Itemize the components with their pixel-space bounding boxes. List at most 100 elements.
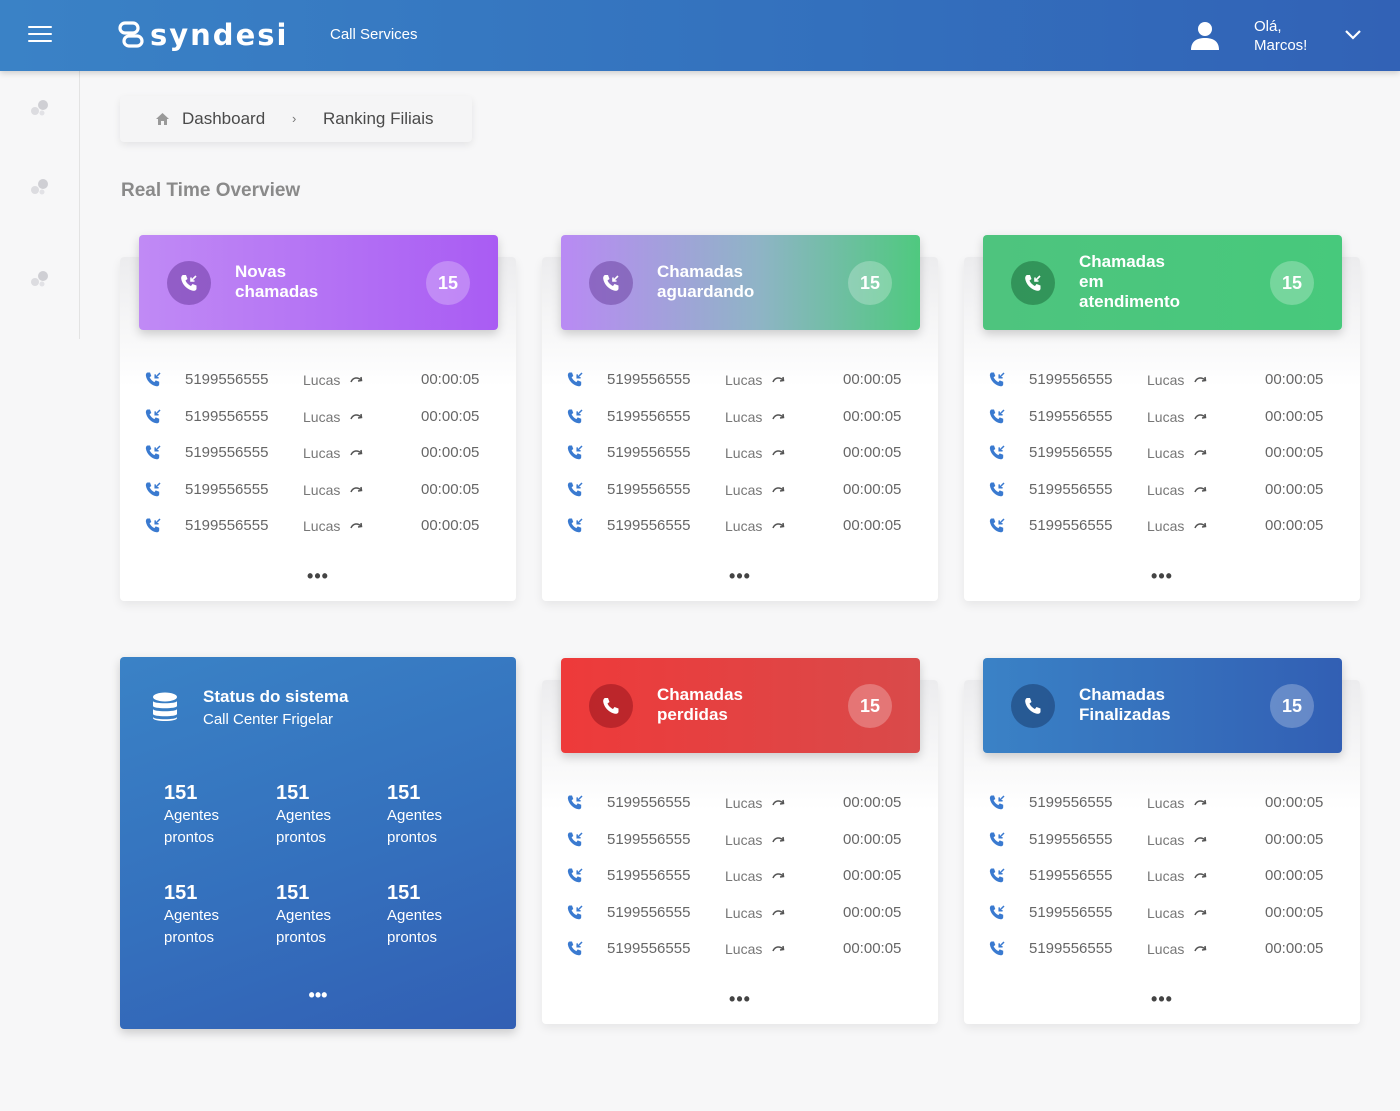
caller-number: 5199556555 <box>1029 371 1113 388</box>
card-title-line: Chamadas <box>1079 252 1165 271</box>
call-row[interactable]: 5199556555 Lucas 00:00:05 <box>964 933 1360 970</box>
call-row[interactable]: 5199556555 Lucas 00:00:05 <box>964 364 1360 401</box>
call-row[interactable]: 5199556555 Lucas 00:00:05 <box>542 401 938 438</box>
call-row[interactable]: 5199556555 Lucas 00:00:05 <box>542 897 938 934</box>
nav-bubbles-icon[interactable] <box>29 269 51 289</box>
stat-label: prontos <box>164 829 215 846</box>
new-calls-card: Novas chamadas 15 5199556555 Lucas 00:00:… <box>120 235 516 601</box>
call-row[interactable]: 5199556555 Lucas 00:00:05 <box>120 401 516 438</box>
menu-icon[interactable] <box>28 26 52 44</box>
count-badge: 15 <box>426 261 470 305</box>
transfer-icon[interactable] <box>1194 410 1208 422</box>
caller-number: 5199556555 <box>1029 903 1113 921</box>
transfer-icon[interactable] <box>772 906 786 918</box>
call-row[interactable]: 5199556555 Lucas 00:00:05 <box>542 364 938 401</box>
transfer-icon[interactable] <box>772 942 786 954</box>
call-duration: 00:00:05 <box>843 371 902 388</box>
transfer-icon[interactable] <box>1194 833 1208 845</box>
call-row[interactable]: 5199556555 Lucas 00:00:05 <box>120 474 516 511</box>
agent-name: Lucas <box>1147 408 1185 425</box>
transfer-icon[interactable] <box>1194 373 1208 385</box>
transfer-icon[interactable] <box>1194 796 1208 808</box>
transfer-icon[interactable] <box>1194 519 1208 531</box>
call-row[interactable]: 5199556555 Lucas 00:00:05 <box>542 933 938 970</box>
call-row[interactable]: 5199556555 Lucas 00:00:05 <box>964 510 1360 547</box>
transfer-icon[interactable] <box>772 519 786 531</box>
breadcrumb-separator: › <box>292 111 297 126</box>
transfer-icon[interactable] <box>1194 942 1208 954</box>
caller-number: 5199556555 <box>607 517 691 534</box>
transfer-icon[interactable] <box>350 519 364 531</box>
more-options-button[interactable]: ••• <box>120 566 516 587</box>
user-greeting[interactable]: Olá, Marcos! <box>1254 17 1307 55</box>
transfer-icon[interactable] <box>1194 483 1208 495</box>
call-row[interactable]: 5199556555 Lucas 00:00:05 <box>120 437 516 474</box>
nav-bubbles-icon[interactable] <box>29 177 51 197</box>
transfer-icon[interactable] <box>772 410 786 422</box>
transfer-icon[interactable] <box>1194 906 1208 918</box>
call-row[interactable]: 5199556555 Lucas 00:00:05 <box>964 824 1360 861</box>
transfer-icon[interactable] <box>772 483 786 495</box>
call-row[interactable]: 5199556555 Lucas 00:00:05 <box>542 787 938 824</box>
agent-name: Lucas <box>725 941 763 957</box>
transfer-icon[interactable] <box>772 796 786 808</box>
agent-name: Lucas <box>725 408 763 425</box>
call-row[interactable]: 5199556555 Lucas 00:00:05 <box>964 437 1360 474</box>
call-row[interactable]: 5199556555 Lucas 00:00:05 <box>542 824 938 861</box>
more-options-button[interactable]: ••• <box>964 566 1360 587</box>
agent-name: Lucas <box>725 481 763 498</box>
transfer-icon[interactable] <box>350 373 364 385</box>
call-duration: 00:00:05 <box>421 371 480 388</box>
caller-number: 5199556555 <box>607 444 691 461</box>
caller-number: 5199556555 <box>1029 517 1113 534</box>
call-duration: 00:00:05 <box>1265 517 1324 534</box>
call-duration: 00:00:05 <box>843 867 902 884</box>
call-row[interactable]: 5199556555 Lucas 00:00:05 <box>964 474 1360 511</box>
system-status-card: Status do sistema Call Center Frigelar 1… <box>120 657 516 1029</box>
user-avatar-icon[interactable] <box>1189 19 1221 51</box>
card-header: Chamadas em atendimento 15 <box>983 235 1342 330</box>
home-icon[interactable] <box>156 113 169 125</box>
breadcrumb-ranking-filiais[interactable]: Ranking Filiais <box>323 109 434 129</box>
call-row[interactable]: 5199556555 Lucas 00:00:05 <box>964 401 1360 438</box>
chevron-down-icon[interactable] <box>1344 27 1362 41</box>
brand-logo[interactable]: syndesi <box>118 19 288 51</box>
phone-icon <box>589 684 633 728</box>
stat-value: 151 <box>387 882 421 904</box>
call-list: 5199556555 Lucas 00:00:05 5199556555 Luc… <box>542 787 938 970</box>
call-row[interactable]: 5199556555 Lucas 00:00:05 <box>964 860 1360 897</box>
card-header: Chamadas aguardando 15 <box>561 235 920 330</box>
transfer-icon[interactable] <box>772 446 786 458</box>
card-title-line: Novas <box>235 262 287 281</box>
more-options-button[interactable]: ••• <box>964 989 1360 1010</box>
transfer-icon[interactable] <box>772 869 786 881</box>
transfer-icon[interactable] <box>772 833 786 845</box>
top-bar: syndesi Call Services Olá, Marcos! <box>0 0 1400 71</box>
more-options-button[interactable]: ••• <box>120 985 516 1006</box>
call-row[interactable]: 5199556555 Lucas 00:00:05 <box>120 364 516 401</box>
agent-name: Lucas <box>303 518 341 534</box>
more-options-button[interactable]: ••• <box>542 989 938 1010</box>
card-title: Chamadas perdidas <box>657 685 743 725</box>
transfer-icon[interactable] <box>772 373 786 385</box>
transfer-icon[interactable] <box>1194 869 1208 881</box>
call-duration: 00:00:05 <box>1265 794 1324 811</box>
transfer-icon[interactable] <box>350 410 364 422</box>
call-row[interactable]: 5199556555 Lucas 00:00:05 <box>542 860 938 897</box>
call-row[interactable]: 5199556555 Lucas 00:00:05 <box>964 787 1360 824</box>
more-options-button[interactable]: ••• <box>542 566 938 587</box>
transfer-icon[interactable] <box>1194 446 1208 458</box>
call-row[interactable]: 5199556555 Lucas 00:00:05 <box>542 474 938 511</box>
breadcrumb-dashboard[interactable]: Dashboard <box>182 109 265 129</box>
call-row[interactable]: 5199556555 Lucas 00:00:05 <box>120 510 516 547</box>
agents-ready-stat: 151 Agentes prontos <box>387 881 487 949</box>
transfer-icon[interactable] <box>350 483 364 495</box>
call-row[interactable]: 5199556555 Lucas 00:00:05 <box>542 510 938 547</box>
call-row[interactable]: 5199556555 Lucas 00:00:05 <box>542 437 938 474</box>
nav-bubbles-icon[interactable] <box>29 98 51 118</box>
stat-label: prontos <box>276 929 327 946</box>
agent-name: Lucas <box>303 372 341 388</box>
transfer-icon[interactable] <box>350 446 364 458</box>
call-row[interactable]: 5199556555 Lucas 00:00:05 <box>964 897 1360 934</box>
incoming-call-icon <box>144 444 162 462</box>
